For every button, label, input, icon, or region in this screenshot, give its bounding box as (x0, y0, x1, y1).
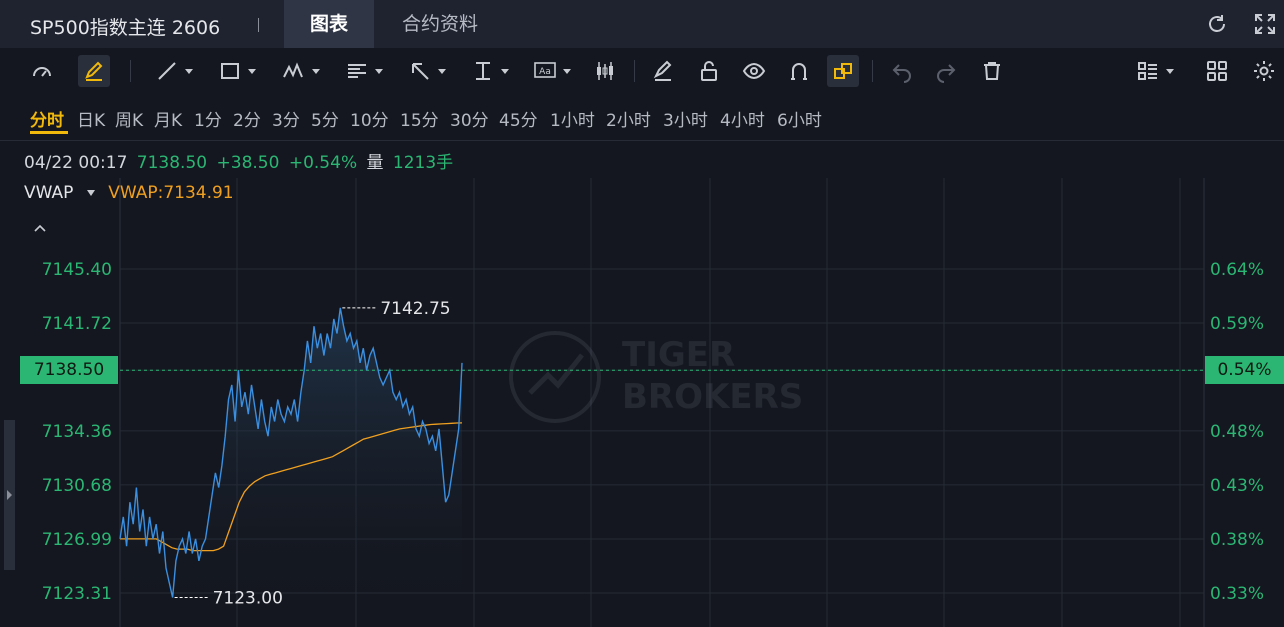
undo-icon[interactable] (889, 55, 915, 87)
pct-tick-label: 0.64% (1210, 260, 1264, 280)
watermark: TIGER BROKERS (509, 331, 803, 423)
list-menu-icon[interactable] (1132, 55, 1178, 87)
period-45min[interactable]: 45分 (499, 106, 538, 131)
period-week[interactable]: 周K (115, 106, 143, 131)
refresh-icon[interactable] (1205, 12, 1229, 36)
active-period-underline (30, 131, 68, 134)
pct-tick-label: 0.38% (1210, 530, 1264, 550)
volume-label: 量 (366, 153, 384, 173)
y-tick-label: 7126.99 (42, 530, 112, 550)
indicator-dropdown-icon[interactable] (86, 190, 95, 196)
wave-icon[interactable] (278, 55, 324, 87)
trend-line-icon[interactable] (152, 55, 196, 87)
period-3h[interactable]: 3小时 (663, 106, 708, 131)
instrument-title: SP500指数主连 2606 (30, 17, 221, 39)
y-tick-label: 7130.68 (42, 476, 112, 496)
y-tick-label: 7141.72 (42, 314, 112, 334)
price-axis: 7145.40 7141.72 7134.36 7130.68 7126.99 7123.… (42, 260, 112, 604)
period-1h[interactable]: 1小时 (550, 106, 595, 131)
collapse-chevron-icon[interactable] (33, 218, 47, 237)
period-month[interactable]: 月K (154, 106, 182, 131)
period-6h[interactable]: 6小时 (777, 106, 822, 131)
eye-icon[interactable] (740, 55, 768, 87)
period-1min[interactable]: 1分 (194, 106, 222, 131)
quote-datetime: 04/22 00:17 (24, 153, 128, 173)
quote-change: +38.50 (216, 153, 280, 173)
fullscreen-icon[interactable] (1253, 12, 1277, 36)
lock-icon[interactable] (695, 55, 723, 87)
candle-pattern-icon[interactable] (592, 55, 618, 87)
svg-text:Aa: Aa (539, 67, 551, 77)
quote-change-pct: +0.54% (288, 153, 358, 173)
last-pct-tag: 0.54% (1205, 356, 1284, 384)
tab-contract-info[interactable]: 合约资料 (385, 0, 495, 48)
quote-volume: 1213手 (392, 153, 454, 173)
last-price-tag: 7138.50 (20, 356, 118, 384)
pct-tick-label: 0.59% (1210, 314, 1264, 334)
period-bar: 分时 日K 周K 月K 1分 2分 3分 5分 10分 15分 30分 45分 … (0, 94, 1284, 141)
measure-icon[interactable] (467, 55, 513, 87)
toolbar-divider (872, 60, 873, 82)
high-marker: 7142.75 (342, 299, 451, 319)
indicator-row: VWAP VWAP:7134.91 (24, 183, 234, 203)
fibonacci-icon[interactable] (341, 55, 387, 87)
y-tick-label: 7123.31 (42, 584, 112, 604)
link-icon[interactable] (827, 55, 859, 87)
y-tick-label: 7134.36 (42, 422, 112, 442)
arrow-icon[interactable] (404, 55, 450, 87)
period-30min[interactable]: 30分 (450, 106, 489, 131)
rectangle-icon[interactable] (214, 55, 260, 87)
watermark-line1: TIGER (622, 335, 735, 375)
redo-icon[interactable] (933, 55, 959, 87)
side-panel-handle[interactable] (4, 420, 15, 570)
grid-icon[interactable] (1203, 55, 1231, 87)
toolbar-divider (130, 60, 131, 82)
pct-tick-label: 0.43% (1210, 476, 1264, 496)
low-label: 7123.00 (213, 589, 283, 609)
period-5min[interactable]: 5分 (311, 106, 339, 131)
watermark-line2: BROKERS (622, 377, 803, 417)
title-divider (258, 18, 259, 32)
price-area-fill (120, 307, 462, 620)
pct-tick-label: 0.33% (1210, 584, 1264, 604)
pct-tick-label: 0.48% (1210, 422, 1264, 442)
settings-icon[interactable] (1250, 55, 1278, 87)
quote-info: 04/22 00:17 7138.50 +38.50 +0.54% 量 1213… (24, 148, 457, 173)
eraser-icon[interactable] (649, 55, 677, 87)
period-4h[interactable]: 4小时 (720, 106, 765, 131)
period-2min[interactable]: 2分 (233, 106, 261, 131)
intraday-chart[interactable]: TIGER BROKERS 7145.40 7141.72 7134.36 7130.… (0, 178, 1284, 627)
y-tick-label: 7145.40 (42, 260, 112, 280)
quote-price: 7138.50 (136, 153, 208, 173)
drawing-toolbar: Aa (0, 48, 1284, 94)
magnet-icon[interactable] (785, 55, 813, 87)
delete-icon[interactable] (978, 55, 1006, 87)
period-2h[interactable]: 2小时 (606, 106, 651, 131)
indicator-value: VWAP:7134.91 (108, 183, 234, 203)
pencil-highlight-icon[interactable] (78, 55, 110, 87)
toolbar-divider (634, 60, 635, 82)
period-day[interactable]: 日K (77, 106, 105, 131)
period-3min[interactable]: 3分 (272, 106, 300, 131)
period-15min[interactable]: 15分 (400, 106, 439, 131)
text-label-icon[interactable]: Aa (529, 55, 575, 87)
period-intraday[interactable]: 分时 (30, 106, 64, 131)
top-bar: SP500指数主连 2606 图表 合约资料 (0, 0, 1284, 48)
indicator-name[interactable]: VWAP (24, 183, 73, 203)
high-label: 7142.75 (380, 299, 450, 319)
percent-axis: 0.64% 0.59% 0.48% 0.43% 0.38% 0.33% (1210, 260, 1264, 604)
gauge-icon[interactable] (28, 55, 56, 87)
period-10min[interactable]: 10分 (350, 106, 389, 131)
tab-chart[interactable]: 图表 (284, 0, 374, 48)
